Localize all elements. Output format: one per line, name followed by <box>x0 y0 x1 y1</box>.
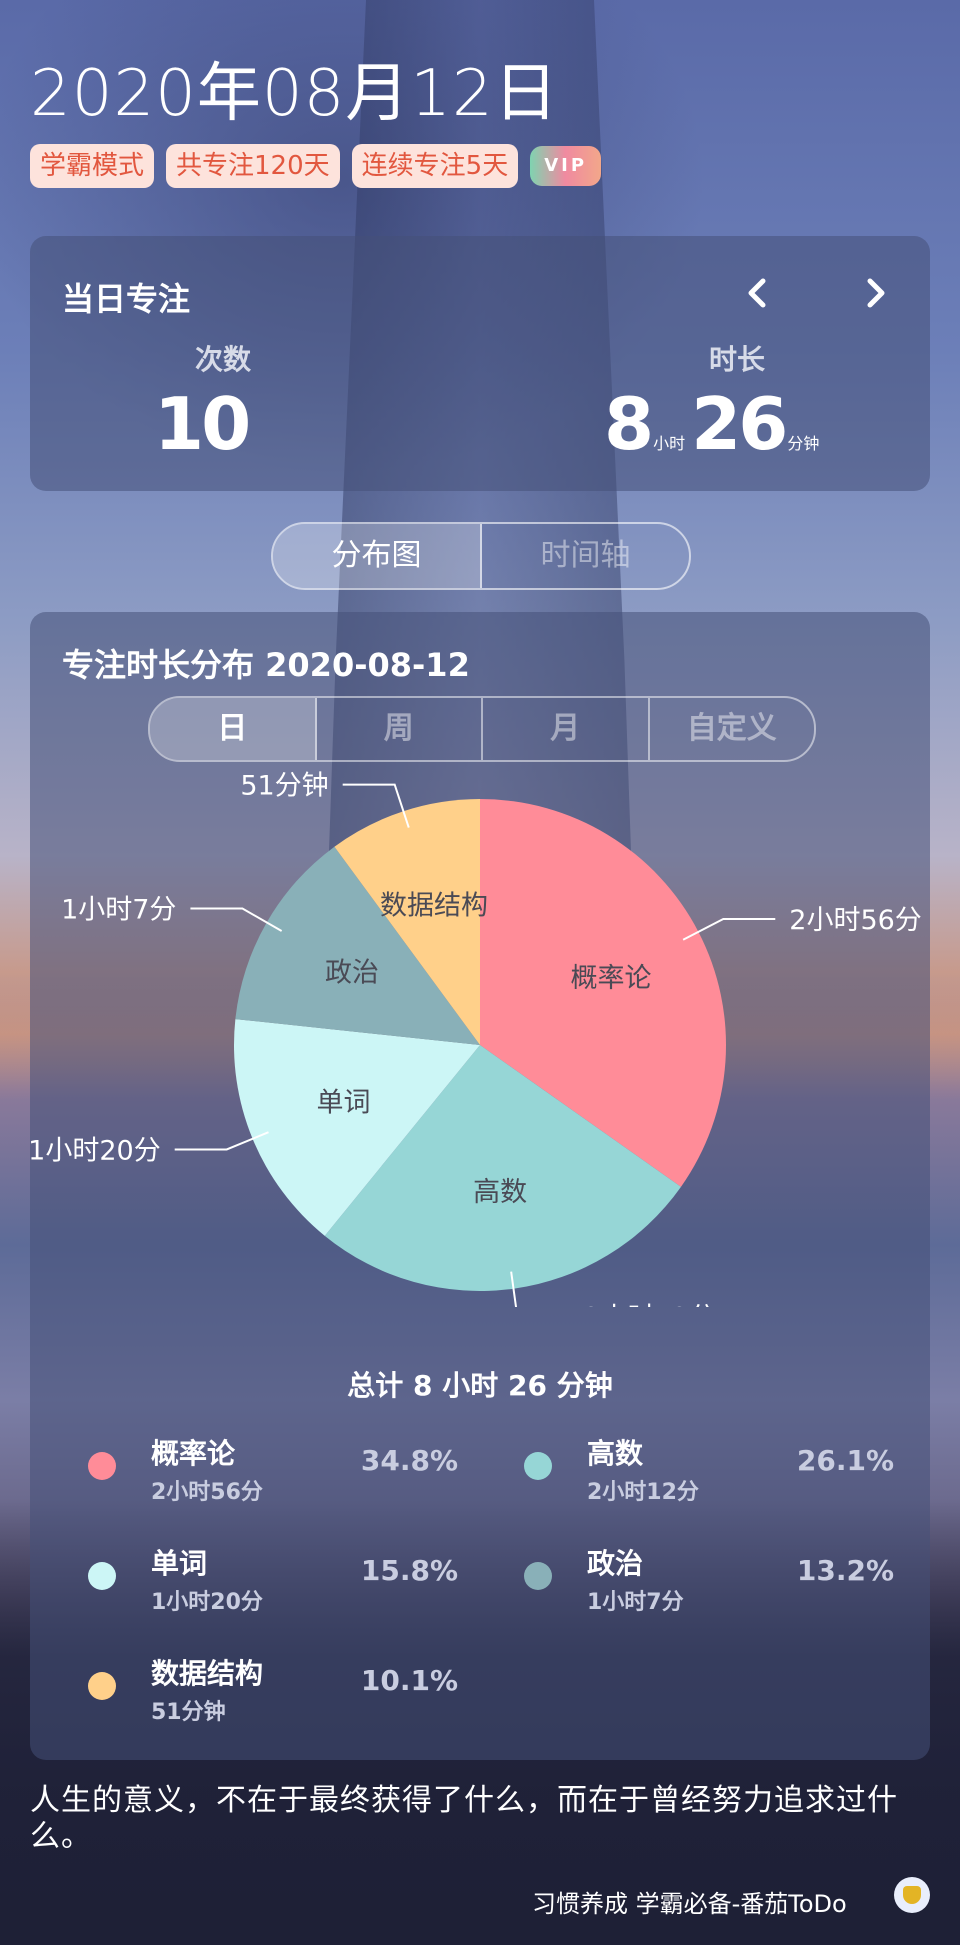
pie-slice-name-4: 数据结构 <box>380 891 488 922</box>
pie-value-label-4: 51分钟 <box>240 771 328 802</box>
tab-distribution[interactable]: 分布图 <box>273 524 482 588</box>
count-label: 次数 <box>194 343 251 376</box>
streak-tag: 连续专注5天 <box>351 144 519 188</box>
tab-timeline[interactable]: 时间轴 <box>482 524 689 588</box>
distribution-card: 专注时长分布 2020-08-12 日 周 月 自定义 概率论2小时56分高数2… <box>30 612 930 1760</box>
period-month[interactable]: 月 <box>483 698 650 760</box>
pie-value-label-2: 1小时20分 <box>30 1135 161 1166</box>
pie-value-label-0: 2小时56分 <box>789 905 922 936</box>
legend-name: 政治 <box>587 1547 644 1580</box>
period-day[interactable]: 日 <box>150 698 317 760</box>
page-date: 2020年08月12日 <box>30 57 559 131</box>
legend-item[interactable]: 概率论 2小时56分 34.8% <box>60 1432 480 1512</box>
motivational-quote: 人生的意义，不在于最终获得了什么，而在于曾经努力追求过什么。 <box>30 1783 898 1854</box>
pie-slice-name-2: 单词 <box>317 1087 371 1118</box>
duration-label: 时长 <box>708 343 765 376</box>
legend-name: 单词 <box>151 1547 208 1580</box>
pie-slice-name-1: 高数 <box>473 1177 527 1208</box>
legend-color-dot <box>524 1562 552 1590</box>
hours-unit: 小时 <box>653 434 686 453</box>
duration-minutes: 26 <box>691 382 788 466</box>
legend-duration: 2小时12分 <box>587 1480 699 1505</box>
period-selector: 日 周 月 自定义 <box>148 696 816 762</box>
prev-day-button[interactable] <box>733 268 783 318</box>
period-week[interactable]: 周 <box>317 698 483 760</box>
legend-percent: 15.8% <box>360 1554 458 1587</box>
legend-color-dot <box>88 1452 116 1480</box>
pie-value-label-3: 1小时7分 <box>61 894 176 925</box>
legend-percent: 26.1% <box>796 1444 894 1477</box>
legend-name: 概率论 <box>151 1437 236 1470</box>
pie-slice-name-0: 概率论 <box>571 963 652 994</box>
daily-focus-card: 当日专注 次数 10 时长 8 小时 26 分钟 <box>30 236 930 491</box>
legend-color-dot <box>88 1562 116 1590</box>
legend-color-dot <box>88 1672 116 1700</box>
vip-badge[interactable]: VIP <box>530 146 602 186</box>
app-slogan: 习惯养成 学霸必备-番茄ToDo <box>532 1890 847 1918</box>
distribution-title: 专注时长分布 2020-08-12 <box>62 646 470 684</box>
legend-item[interactable]: 政治 1小时7分 13.2% <box>496 1542 916 1622</box>
next-day-button[interactable] <box>850 268 900 318</box>
legend-name: 高数 <box>587 1437 644 1470</box>
period-custom[interactable]: 自定义 <box>650 698 815 760</box>
minutes-unit: 分钟 <box>787 434 820 453</box>
mode-tag[interactable]: 学霸模式 <box>30 144 155 188</box>
daily-focus-title: 当日专注 <box>62 280 191 318</box>
focus-pie-chart: 概率论 2小时56分高数 2小时12分 单词 1小时20分 政治 1小时7分 数据结构 51分钟 <box>30 771 922 1307</box>
legend-item[interactable]: 高数 2小时12分 26.1% <box>496 1432 916 1512</box>
legend-duration: 1小时20分 <box>151 1590 263 1615</box>
legend-duration: 1小时7分 <box>587 1590 684 1615</box>
legend-percent: 10.1% <box>360 1664 458 1697</box>
legend-name: 数据结构 <box>151 1657 264 1690</box>
legend-duration: 2小时56分 <box>151 1480 263 1505</box>
legend-item[interactable]: 数据结构 51分钟 10.1% <box>60 1652 480 1732</box>
chevron-left-icon <box>748 278 766 308</box>
total-duration: 总计 8 小时 26 分钟 <box>347 1369 613 1402</box>
duration-hours: 8 <box>604 382 654 466</box>
status-tags: 学霸模式 共专注120天 连续专注5天 VIP <box>30 144 602 188</box>
pie-slice-name-3: 政治 <box>325 957 379 988</box>
legend-percent: 13.2% <box>796 1554 894 1587</box>
count-value: 10 <box>154 382 251 466</box>
legend-color-dot <box>524 1452 552 1480</box>
chevron-right-icon <box>867 278 885 308</box>
legend-item[interactable]: 单词 1小时20分 15.8% <box>60 1542 480 1622</box>
legend-duration: 51分钟 <box>151 1700 226 1725</box>
app-logo-icon[interactable] <box>894 1877 930 1913</box>
duration-value: 8 小时 26 分钟 <box>604 382 825 466</box>
total-days-tag: 共专注120天 <box>166 144 340 188</box>
view-switch: 分布图 时间轴 <box>271 522 691 590</box>
legend-percent: 34.8% <box>360 1444 458 1477</box>
pie-value-label-1: 2小时12分 <box>583 1302 716 1307</box>
